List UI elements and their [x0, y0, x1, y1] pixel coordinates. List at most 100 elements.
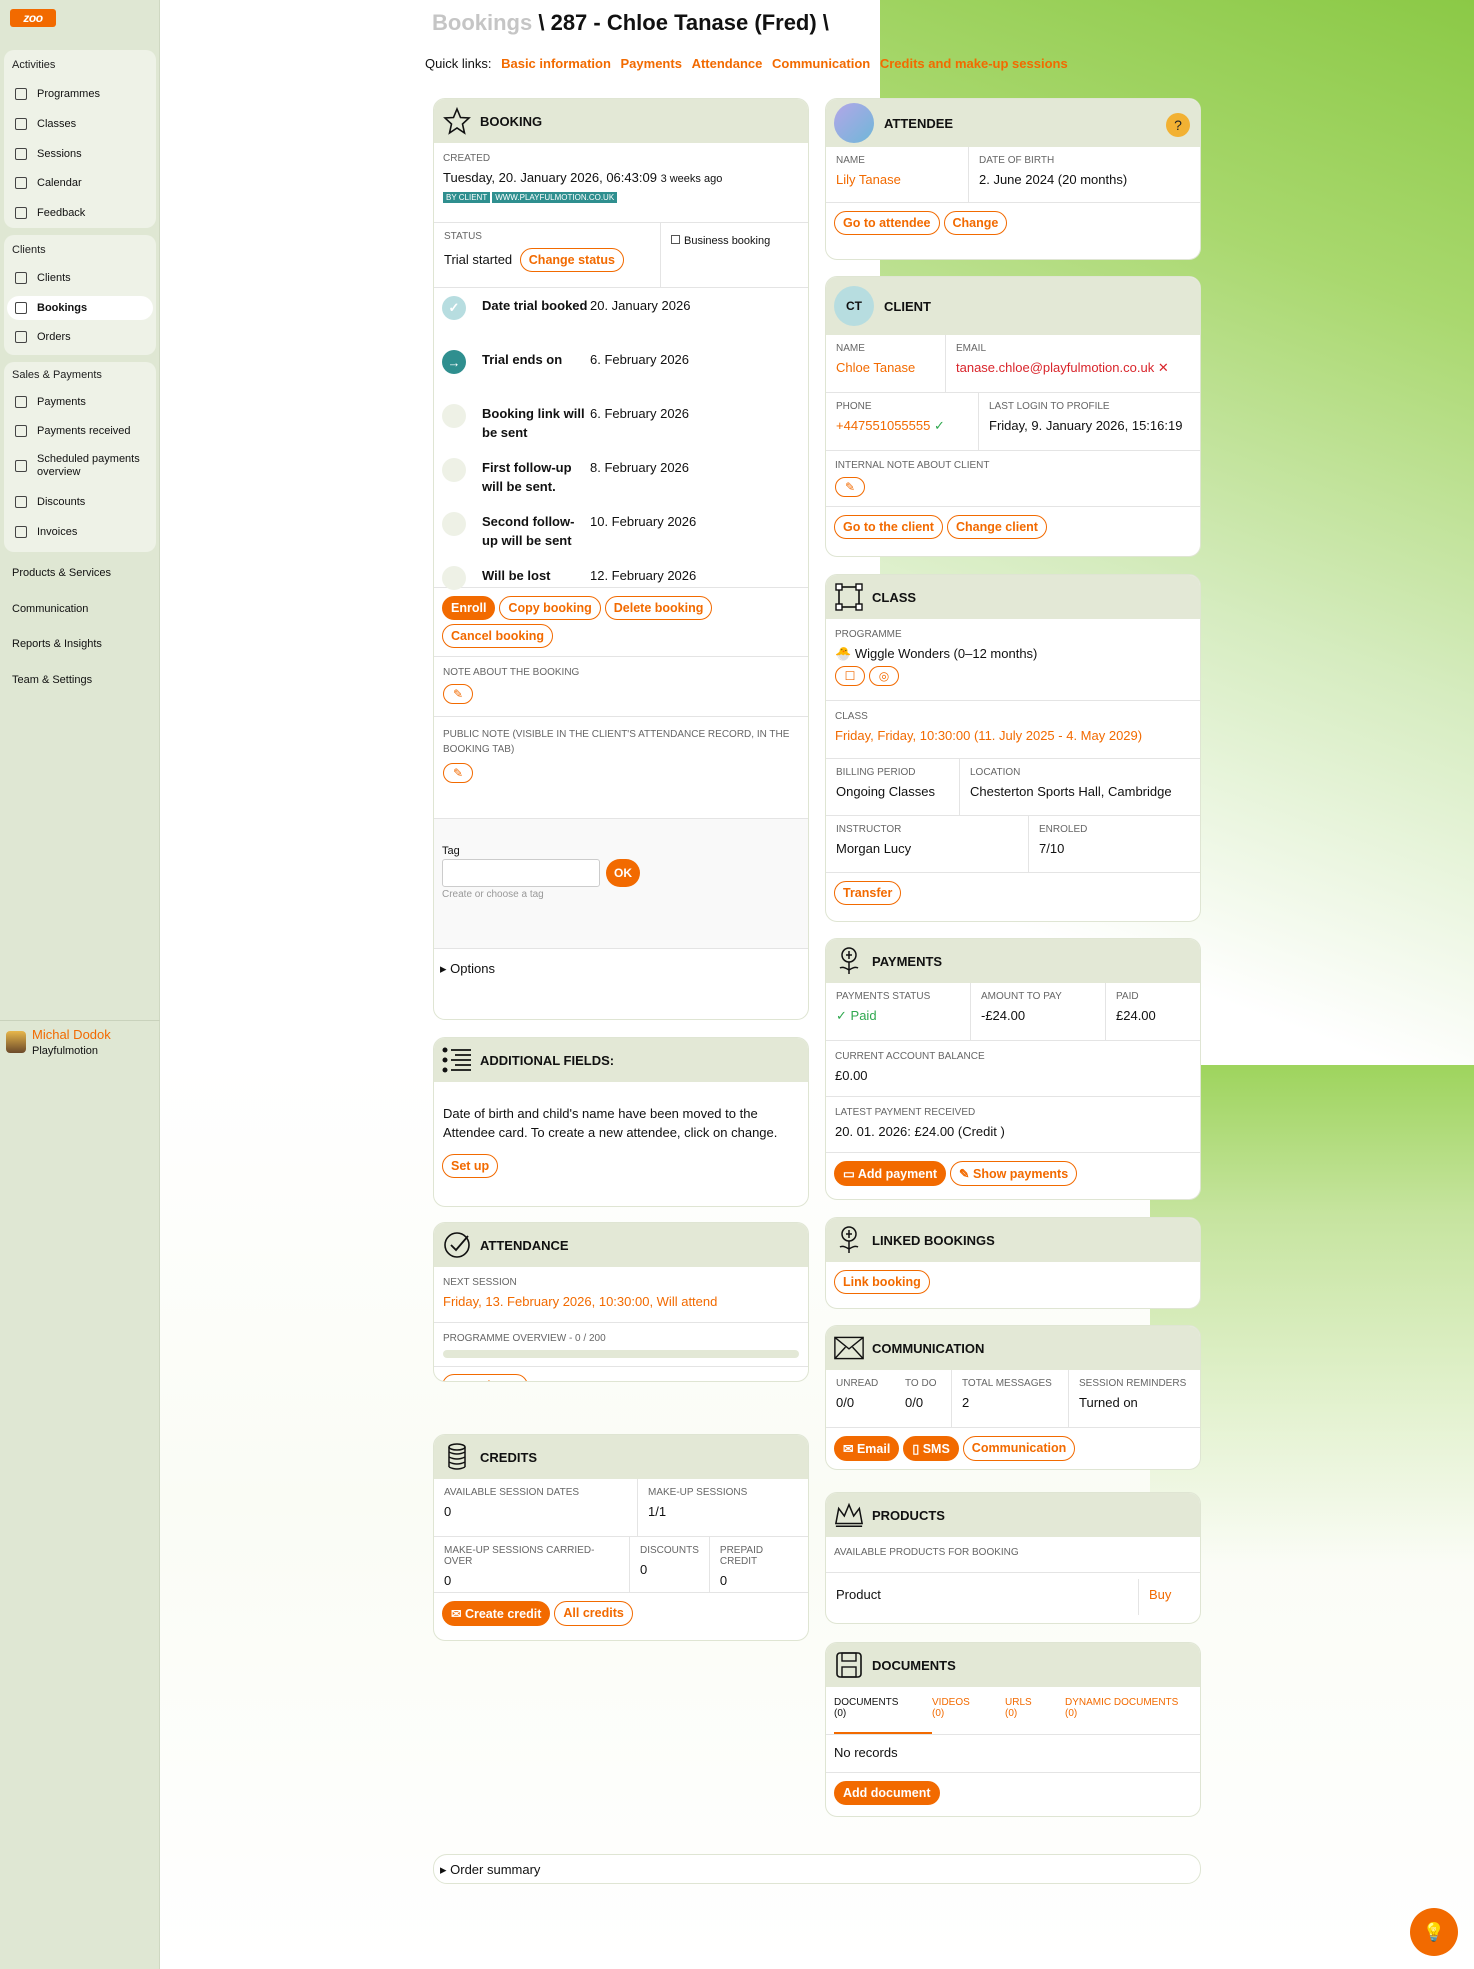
payments-card: Payments Payments status ✓ Paid Amount to…: [825, 938, 1201, 1200]
tab-documents-label: Documents: [834, 1697, 899, 1708]
discounts-value: 0: [640, 1562, 648, 1577]
app-logo[interactable]: zoo: [10, 9, 56, 27]
attendee-dob-label: Date of birth: [979, 155, 1055, 166]
attendance-button[interactable]: Attendance: [442, 1374, 529, 1381]
order-summary-label: Order summary: [450, 1862, 541, 1877]
breadcrumb-root[interactable]: Bookings: [432, 10, 532, 35]
programme-chat-icon[interactable]: ☐: [835, 666, 865, 686]
email-button[interactable]: ✉ Email: [834, 1436, 900, 1461]
sidebar-item-invoices[interactable]: Invoices: [7, 520, 153, 544]
pending-dot-icon: [442, 566, 466, 590]
business-booking-checkbox[interactable]: [671, 235, 680, 244]
sidebar-item-payments-received[interactable]: Payments received: [7, 419, 153, 443]
quick-link-credits[interactable]: Credits and make-up sessions: [880, 56, 1068, 71]
class-value[interactable]: Friday, Friday, 10:30:00 (11. July 2025 …: [835, 728, 1191, 743]
change-attendee-button[interactable]: Change: [943, 211, 1008, 235]
created-value: Tuesday, 20. January 2026, 06:43:09: [443, 170, 657, 185]
attendee-name[interactable]: Lily Tanase: [836, 172, 958, 187]
link-booking-button[interactable]: Link booking: [834, 1270, 930, 1294]
go-to-attendee-button[interactable]: Go to attendee: [834, 211, 940, 235]
tab-dynamic-documents[interactable]: Dynamic documents (0): [1065, 1697, 1178, 1734]
quick-link-basic[interactable]: Basic information: [501, 56, 611, 71]
sidebar-item-communication[interactable]: Communication: [12, 603, 88, 615]
payment-card-icon: ▭: [843, 1167, 855, 1181]
quick-link-communication[interactable]: Communication: [772, 56, 870, 71]
add-payment-button[interactable]: ▭ Add payment: [834, 1161, 947, 1186]
tab-videos-count: (0): [932, 1708, 945, 1719]
setup-button[interactable]: Set up: [442, 1154, 499, 1178]
tab-videos[interactable]: Videos (0): [932, 1697, 1005, 1734]
client-phone[interactable]: +447551055555: [836, 418, 930, 433]
sidebar-item-discounts[interactable]: Discounts: [7, 490, 153, 514]
tag-ok-button[interactable]: OK: [606, 859, 640, 887]
payment-status-label: Payments status: [836, 991, 931, 1002]
go-to-client-button[interactable]: Go to the client: [834, 515, 943, 539]
timeline-item-title: Will be lost: [482, 568, 551, 583]
tab-dynamic-label: Dynamic documents: [1065, 1697, 1179, 1708]
class-header: Class: [826, 575, 1200, 619]
page-title: \ 287 - Chloe Tanase (Fred) \: [538, 10, 829, 35]
sidebar-item-payments[interactable]: Payments: [7, 390, 153, 414]
tab-urls[interactable]: URLs (0): [1005, 1697, 1065, 1734]
options-toggle[interactable]: ▸ Options: [434, 949, 808, 989]
email-label: Email: [856, 1442, 891, 1456]
quick-link-payments[interactable]: Payments: [621, 56, 682, 71]
sidebar-item-bookings[interactable]: Bookings: [7, 296, 153, 320]
sidebar-item-orders[interactable]: Orders: [7, 325, 153, 349]
help-button[interactable]: 💡: [1410, 1908, 1458, 1956]
sidebar-item-reports[interactable]: Reports & Insights: [12, 638, 102, 650]
client-name[interactable]: Chloe Tanase: [836, 360, 935, 375]
sidebar-item-programmes[interactable]: Programmes: [7, 82, 153, 106]
programme-settings-icon[interactable]: ◎: [869, 666, 899, 686]
change-client-button[interactable]: Change client: [946, 515, 1047, 539]
sidebar-item-scheduled-payments[interactable]: Scheduled payments overview: [7, 448, 153, 484]
sidebar-item-feedback[interactable]: Feedback: [7, 201, 153, 225]
all-credits-button[interactable]: All credits: [554, 1601, 633, 1626]
tag-input[interactable]: [442, 859, 600, 887]
edit-client-note-button[interactable]: ✎: [835, 477, 865, 497]
copy-booking-button[interactable]: Copy booking: [499, 596, 601, 620]
add-document-button[interactable]: Add document: [834, 1781, 940, 1805]
edit-public-note-button[interactable]: ✎: [443, 763, 473, 783]
sms-button[interactable]: ▯ SMS: [903, 1436, 959, 1461]
phone-icon: ▯: [912, 1442, 920, 1456]
create-credit-button[interactable]: ✉ Create credit: [442, 1601, 551, 1626]
money-plant-icon: [834, 946, 864, 976]
enroll-button[interactable]: Enroll: [442, 596, 496, 620]
sidebar-item-calendar[interactable]: Calendar: [7, 171, 153, 195]
next-session-value[interactable]: Friday, 13. February 2026, 10:30:00, Wil…: [443, 1294, 799, 1309]
tab-documents[interactable]: Documents (0): [834, 1697, 932, 1734]
quick-links: Quick links: Basic information Payments …: [425, 56, 1068, 71]
buy-product-link[interactable]: Buy: [1138, 1579, 1200, 1615]
change-status-button[interactable]: Change status: [519, 248, 624, 272]
calendar-icon: [15, 177, 27, 189]
transfer-button[interactable]: Transfer: [834, 881, 902, 905]
user-name[interactable]: Michal Dodok: [32, 1027, 111, 1042]
edit-note-button[interactable]: ✎: [443, 684, 473, 704]
breadcrumb: Bookings \ 287 - Chloe Tanase (Fred) \: [432, 10, 829, 36]
sidebar-item-team[interactable]: Team & Settings: [12, 674, 92, 686]
delete-booking-button[interactable]: Delete booking: [604, 596, 713, 620]
show-payments-button[interactable]: ✎ Show payments: [950, 1161, 1078, 1186]
cancel-booking-button[interactable]: Cancel booking: [442, 624, 554, 648]
client-email[interactable]: tanase.chloe@playfulmotion.co.uk: [956, 360, 1154, 375]
communication-button[interactable]: Communication: [962, 1436, 1076, 1461]
client-note-label: Internal note about client: [835, 460, 990, 471]
help-icon[interactable]: ?: [1166, 113, 1190, 137]
timeline-item-date: 6. February 2026: [590, 352, 690, 367]
sidebar-item-products[interactable]: Products & Services: [12, 567, 111, 579]
sidebar-item-classes[interactable]: Classes: [7, 112, 153, 136]
sidebar-group-activities: Activities Programmes Classes Sessions C…: [4, 50, 156, 228]
payments-header: Payments: [826, 939, 1200, 983]
sidebar-item-sessions[interactable]: Sessions: [7, 142, 153, 166]
order-summary-toggle[interactable]: ▸ Order summary: [433, 1854, 1201, 1884]
star-icon: [442, 106, 472, 136]
phone-verified-icon: ✓: [933, 418, 945, 433]
timeline-item: ✓ Date trial booked 20. January 2026: [442, 296, 808, 350]
user-profile[interactable]: Michal Dodok Playfulmotion: [0, 1020, 160, 1057]
sidebar-item-clients[interactable]: Clients: [7, 266, 153, 290]
additional-fields-header: Additional fields:: [434, 1038, 808, 1082]
quick-link-attendance[interactable]: Attendance: [692, 56, 763, 71]
programme-name[interactable]: Wiggle Wonders (0–12 months): [855, 646, 1038, 661]
tab-videos-label: Videos: [932, 1697, 970, 1708]
